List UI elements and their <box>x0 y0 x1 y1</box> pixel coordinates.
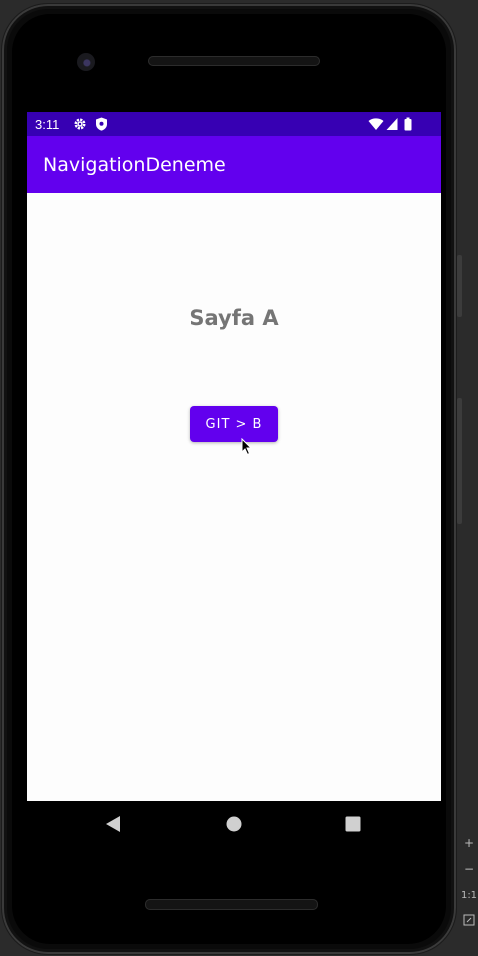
earpiece-speaker <box>148 56 320 66</box>
front-camera <box>77 53 95 71</box>
zoom-in-button[interactable]: + <box>460 836 478 850</box>
power-button[interactable] <box>457 255 462 317</box>
system-nav-bar <box>27 801 441 849</box>
device-screen: 3:11 NavigationDeneme Sayfa A GIT > B <box>27 112 441 801</box>
app-title: NavigationDeneme <box>43 154 226 176</box>
fit-screen-icon[interactable] <box>460 914 478 929</box>
mouse-cursor-icon <box>241 438 253 456</box>
shield-icon <box>96 117 107 131</box>
back-icon[interactable] <box>105 815 121 833</box>
app-bar: NavigationDeneme <box>27 136 441 193</box>
volume-button[interactable] <box>457 398 462 524</box>
actual-size-button[interactable]: 1:1 <box>460 890 478 901</box>
wifi-icon <box>368 118 384 130</box>
status-time: 3:11 <box>35 117 60 132</box>
fragment-content: Sayfa A GIT > B <box>27 193 441 801</box>
status-bar: 3:11 <box>27 112 441 136</box>
zoom-out-button[interactable]: − <box>460 862 478 876</box>
recents-icon[interactable] <box>345 815 361 833</box>
page-title: Sayfa A <box>189 306 279 330</box>
bottom-speaker <box>145 899 318 910</box>
home-icon[interactable] <box>226 815 242 833</box>
battery-icon <box>404 117 412 131</box>
gear-icon <box>74 118 86 130</box>
signal-icon <box>386 118 398 130</box>
go-to-b-button[interactable]: GIT > B <box>190 406 278 442</box>
